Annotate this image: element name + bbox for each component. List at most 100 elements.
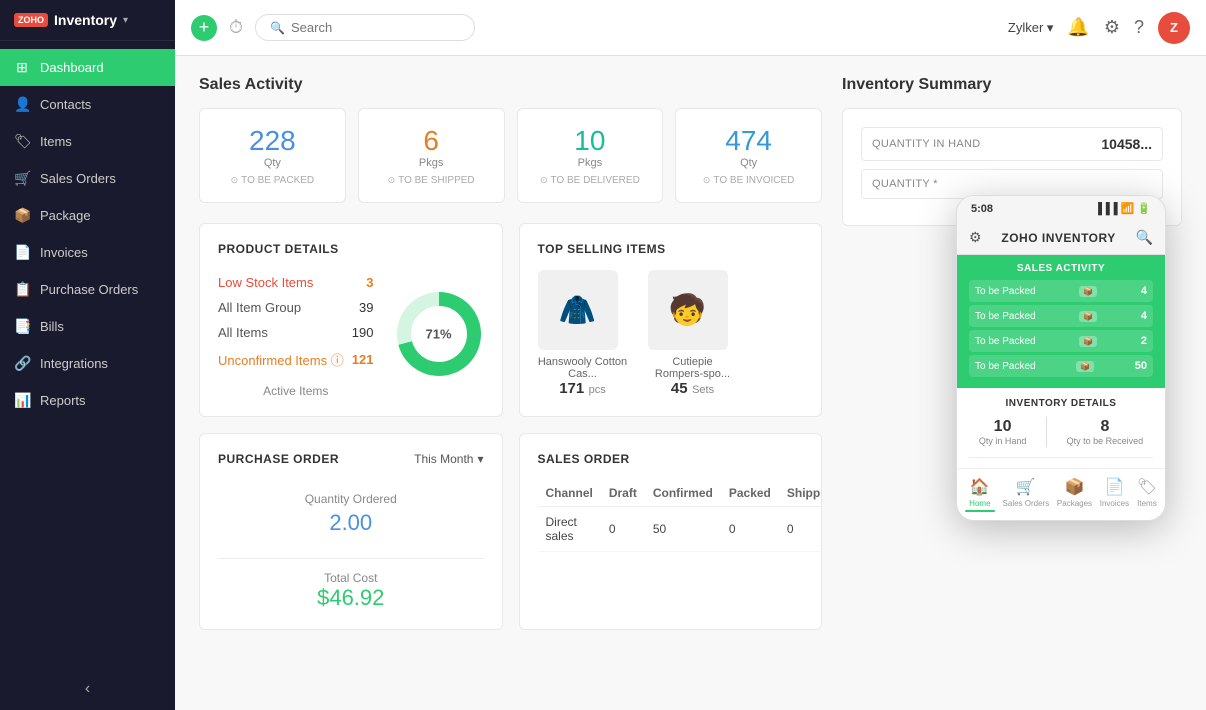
product-details-content: Low Stock Items 3 All Item Group 39 All …	[218, 270, 484, 398]
sidebar-item-dashboard[interactable]: ⊞ Dashboard	[0, 49, 175, 86]
sidebar-item-contacts[interactable]: 👤 Contacts	[0, 86, 175, 123]
sa-sublabel-pack: ⊙ TO BE PACKED	[220, 175, 325, 186]
sidebar-logo: ZOHO Inventory ▾	[14, 12, 128, 28]
sidebar-label-invoices: Invoices	[40, 245, 88, 260]
sidebar-app-name: Inventory	[54, 12, 117, 28]
ts-item-1[interactable]: 🧒 Cutiepie Rompers-spo... 45 Sets	[648, 270, 738, 398]
sidebar-item-package[interactable]: 📦 Package	[0, 197, 175, 234]
purchase-order-card: PURCHASE ORDER This Month ▾ Quantity Ord…	[199, 433, 503, 630]
sidebar: ZOHO Inventory ▾ ⊞ Dashboard 👤 Contacts …	[0, 0, 175, 710]
add-button[interactable]: +	[191, 15, 217, 41]
mob-inv-stats: 10 Qty in Hand 8 Qty to be Received	[969, 417, 1153, 458]
mob-sa-row-1[interactable]: To be Packed 📦 4	[969, 305, 1153, 327]
sidebar-collapse-button[interactable]: ‹	[0, 668, 175, 710]
pd-label-allitems: All Items	[218, 325, 268, 340]
inventory-summary-title: Inventory Summary	[842, 76, 1182, 94]
po-total-label: Total Cost	[218, 571, 484, 585]
so-cell-draft-0: 0	[601, 507, 645, 552]
sa-number-pack: 228	[220, 125, 325, 157]
mob-nav-salesorders[interactable]: 🛒 Sales Orders	[1003, 477, 1050, 512]
mob-qty-receive-val: 8	[1067, 418, 1144, 436]
settings-icon[interactable]: ⚙	[1104, 17, 1120, 38]
sidebar-item-bills[interactable]: 📑 Bills	[0, 308, 175, 345]
topbar-right: Zylker ▾ 🔔 ⚙ ? Z	[1008, 12, 1190, 44]
mob-app-name: ZOHO INVENTORY	[1001, 231, 1115, 245]
mob-inv-details: INVENTORY DETAILS 10 Qty in Hand 8 Qty t…	[957, 388, 1165, 468]
so-col-confirmed: Confirmed	[645, 480, 721, 507]
history-icon[interactable]: ⏱	[229, 17, 243, 38]
mob-sa-row-3[interactable]: To be Packed 📦 50	[969, 355, 1153, 377]
deliver-icon: ⊙	[540, 175, 548, 186]
product-details-card: PRODUCT DETAILS Low Stock Items 3 All It…	[199, 223, 503, 417]
ts-qty-1: 45 Sets	[648, 380, 738, 398]
help-icon[interactable]: ?	[1134, 17, 1144, 38]
items-icon: 🏷	[14, 133, 30, 150]
avatar[interactable]: Z	[1158, 12, 1190, 44]
mob-sa-val-3: 50	[1135, 360, 1147, 372]
contacts-icon: 👤	[14, 96, 30, 113]
sa-card-invoice[interactable]: 474 Qty ⊙ TO BE INVOICED	[675, 108, 822, 203]
so-cell-packed-0: 0	[721, 507, 779, 552]
so-table-row-0[interactable]: Direct sales 0 50 0 0	[538, 507, 823, 552]
search-box[interactable]: 🔍	[255, 14, 475, 41]
search-input[interactable]	[291, 20, 460, 35]
mob-sa-icon-2: 📦	[1079, 336, 1097, 347]
ts-item-0[interactable]: 🧥 Hanswooly Cotton Cas... 171 pcs	[538, 270, 628, 398]
mob-search-icon[interactable]: 🔍	[1136, 229, 1153, 246]
sidebar-item-integrations[interactable]: 🔗 Integrations	[0, 345, 175, 382]
mob-home-label: Home	[969, 499, 990, 508]
mob-sa-row-0[interactable]: To be Packed 📦 4	[969, 280, 1153, 302]
lower-grid: PRODUCT DETAILS Low Stock Items 3 All It…	[199, 223, 822, 630]
so-table: Channel Draft Confirmed Packed Shipp... …	[538, 480, 823, 552]
pd-val-unconfirmed: 121	[352, 352, 374, 367]
org-name[interactable]: Zylker ▾	[1008, 20, 1054, 36]
integrations-icon: 🔗	[14, 355, 30, 372]
mob-sa-label-2: To be Packed	[975, 336, 1036, 347]
pd-row-lowstock[interactable]: Low Stock Items 3	[218, 270, 374, 295]
mob-sa-label-0: To be Packed	[975, 286, 1036, 297]
mob-time: 5:08	[971, 203, 993, 215]
mob-nav-items[interactable]: 🏷 Items	[1137, 477, 1157, 512]
pd-label-lowstock: Low Stock Items	[218, 275, 313, 290]
so-col-shipped: Shipp...	[779, 480, 822, 507]
sidebar-item-invoices[interactable]: 📄 Invoices	[0, 234, 175, 271]
mob-invoices-icon: 📄	[1104, 477, 1124, 497]
mob-sa-label-1: To be Packed	[975, 311, 1036, 322]
mob-nav-packages[interactable]: 📦 Packages	[1057, 477, 1092, 512]
mob-gear-icon[interactable]: ⚙	[969, 229, 982, 246]
mob-sa-val-1: 4	[1141, 310, 1147, 322]
pd-row-unconfirmed[interactable]: Unconfirmed Items ⓘ 121	[218, 345, 374, 374]
ts-img-1: 🧒	[648, 270, 728, 350]
notifications-icon[interactable]: 🔔	[1067, 17, 1089, 38]
mob-sa-label-3: To be Packed	[975, 361, 1036, 372]
so-table-header-row: Channel Draft Confirmed Packed Shipp...	[538, 480, 823, 507]
sidebar-item-items[interactable]: 🏷 Items	[0, 123, 175, 160]
topbar: + ⏱ 🔍 Zylker ▾ 🔔 ⚙ ? Z	[175, 0, 1206, 56]
sa-card-deliver[interactable]: 10 Pkgs ⊙ TO BE DELIVERED	[517, 108, 664, 203]
mob-sa-title: SALES ACTIVITY	[969, 263, 1153, 274]
mob-nav-invoices[interactable]: 📄 Invoices	[1100, 477, 1129, 512]
mob-packages-label: Packages	[1057, 499, 1092, 508]
mob-sa-icon-1: 📦	[1079, 311, 1097, 322]
sidebar-label-contacts: Contacts	[40, 97, 91, 112]
mob-qty-hand-label: Qty in Hand	[979, 436, 1027, 446]
sa-card-ship[interactable]: 6 Pkgs ⊙ TO BE SHIPPED	[358, 108, 505, 203]
sidebar-item-reports[interactable]: 📊 Reports	[0, 382, 175, 419]
sidebar-item-sales-orders[interactable]: 🛒 Sales Orders	[0, 160, 175, 197]
sidebar-label-bills: Bills	[40, 319, 64, 334]
sidebar-label-dashboard: Dashboard	[40, 60, 104, 75]
mob-packages-icon: 📦	[1065, 477, 1085, 497]
mob-qty-receive-label: Qty to be Received	[1067, 436, 1144, 446]
sidebar-dropdown-icon[interactable]: ▾	[123, 15, 128, 26]
sidebar-item-purchase-orders[interactable]: 📋 Purchase Orders	[0, 271, 175, 308]
sa-card-pack[interactable]: 228 Qty ⊙ TO BE PACKED	[199, 108, 346, 203]
bills-icon: 📑	[14, 318, 30, 335]
po-header: PURCHASE ORDER This Month ▾	[218, 452, 484, 466]
po-filter-dropdown[interactable]: This Month ▾	[414, 452, 483, 466]
mob-nav-home[interactable]: 🏠 Home	[965, 477, 995, 512]
search-icon: 🔍	[270, 21, 285, 35]
pd-row-allitems: All Items 190	[218, 320, 374, 345]
reports-icon: 📊	[14, 392, 30, 409]
ship-icon: ⊙	[388, 175, 396, 186]
mob-sa-row-2[interactable]: To be Packed 📦 2	[969, 330, 1153, 352]
